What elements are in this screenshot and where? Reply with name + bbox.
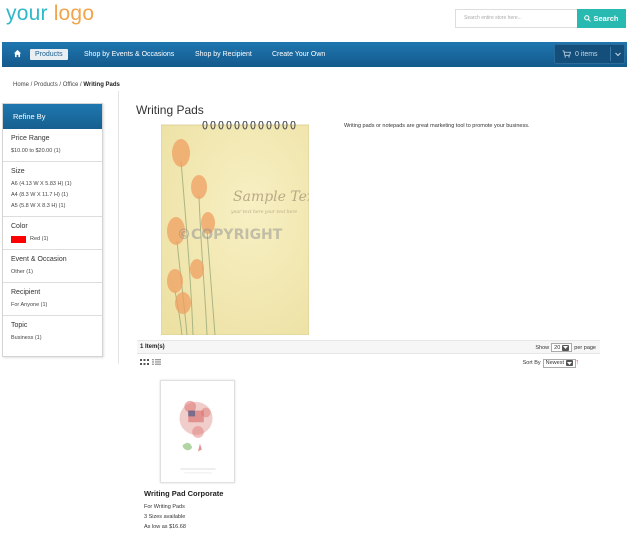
sort-control: Sort By Newest	[523, 358, 576, 368]
facet-option[interactable]: Other (1)	[11, 267, 102, 278]
breadcrumb-office[interactable]: Office	[63, 82, 79, 88]
nav-shop-by-events[interactable]: Shop by Events & Occasions	[84, 49, 174, 60]
image-sub-text: your text here your text here	[230, 209, 297, 215]
breadcrumb-products[interactable]: Products	[34, 82, 58, 88]
facet-color: Color Red (1)	[3, 217, 102, 250]
facet-option[interactable]: A6 (4.13 W X 5.83 H) (1)	[11, 179, 102, 190]
dropdown-arrow-icon	[562, 344, 570, 351]
breadcrumb-current: Writing Pads	[83, 82, 120, 88]
product-thumbnail[interactable]	[160, 380, 235, 483]
facet-option-red[interactable]: Red (1)	[11, 234, 102, 245]
main-navigation: Products Shop by Events & Occasions Shop…	[2, 42, 627, 67]
logo-part-logo: logo	[47, 2, 95, 25]
image-sample-text: Sample Text	[233, 189, 309, 205]
product-name-link[interactable]: Writing Pad Corporate	[144, 489, 223, 498]
nav-shop-by-recipient[interactable]: Shop by Recipient	[195, 49, 252, 60]
list-view-icon[interactable]	[152, 359, 161, 365]
product-price: As low as $16.68	[144, 524, 186, 530]
facet-option[interactable]: $10.00 to $20.00 (1)	[11, 146, 102, 157]
search-input[interactable]: Search entire store here...	[455, 9, 577, 28]
dropdown-arrow-icon	[566, 360, 573, 366]
show-label: Show	[535, 344, 550, 351]
facet-title: Price Range	[11, 135, 50, 142]
category-description: Writing pads or notepads are great marke…	[344, 123, 530, 129]
image-watermark: ©COPYRIGHT	[177, 227, 283, 243]
site-logo[interactable]: your logo	[6, 2, 94, 26]
item-count: 1 Item(s)	[140, 344, 165, 350]
product-sizes: 3 Sizes available	[144, 514, 186, 520]
facet-price-range: Price Range $10.00 to $20.00 (1)	[3, 129, 102, 162]
facet-size: Size A6 (4.13 W X 5.83 H) (1) A4 (8.3 W …	[3, 162, 102, 217]
home-icon[interactable]	[13, 49, 22, 58]
facet-option[interactable]: For Anyone (1)	[11, 300, 102, 311]
search-form: Search entire store here... Search	[455, 9, 626, 28]
page-title: Writing Pads	[136, 103, 204, 117]
facet-option[interactable]: A5 (5.8 W X 8.3 H) (1)	[11, 201, 102, 212]
cart-count: 0 items	[575, 50, 598, 58]
cart-divider	[610, 47, 611, 61]
search-icon	[584, 15, 592, 22]
sort-value: Newest	[545, 360, 564, 366]
facet-event-occasion: Event & Occasion Other (1)	[3, 250, 102, 283]
sort-select[interactable]: Newest	[542, 358, 576, 368]
sort-label: Sort By	[522, 360, 541, 366]
facet-title: Topic	[11, 322, 28, 329]
view-sort-toolbar: Sort By Newest ↑	[137, 356, 600, 370]
facet-option[interactable]: A4 (8.3 W X 11.7 H) (1)	[11, 190, 102, 201]
facet-title: Event & Occasion	[11, 256, 67, 263]
product-category: For Writing Pads	[144, 504, 185, 510]
per-page-value: 20	[554, 344, 561, 351]
breadcrumb: Home / Products / Office / Writing Pads	[13, 82, 120, 88]
search-button[interactable]: Search	[577, 9, 626, 28]
logo-part-your: your	[6, 2, 48, 25]
per-page-label: per page	[574, 344, 596, 351]
grid-view-icon[interactable]	[140, 359, 149, 365]
search-button-label: Search	[593, 14, 619, 23]
results-toolbar: 1 Item(s) Show 20 per page	[137, 340, 600, 354]
chevron-down-icon[interactable]	[614, 50, 622, 58]
facet-recipient: Recipient For Anyone (1)	[3, 283, 102, 316]
refine-sidebar: Refine By Price Range $10.00 to $20.00 (…	[2, 103, 103, 357]
nav-create-your-own[interactable]: Create Your Own	[272, 49, 325, 60]
sort-direction-arrow-icon[interactable]: ↑	[576, 359, 580, 366]
cart-button[interactable]: 0 items	[554, 44, 625, 64]
category-image: Sample Text your text here your text her…	[161, 121, 309, 335]
per-page-control: Show 20 per page	[535, 342, 596, 353]
facet-option[interactable]: Business (1)	[11, 333, 102, 344]
per-page-select[interactable]: 20	[551, 343, 573, 352]
facet-title: Color	[11, 223, 28, 230]
facet-option-label: Red (1)	[30, 236, 49, 242]
column-divider	[118, 91, 119, 364]
color-swatch-red	[11, 236, 26, 243]
cart-icon	[562, 50, 571, 58]
nav-products[interactable]: Products	[30, 49, 68, 60]
facet-title: Size	[11, 168, 25, 175]
refine-by-heading: Refine By	[3, 104, 102, 129]
facet-topic: Topic Business (1)	[3, 316, 102, 348]
facet-title: Recipient	[11, 289, 41, 296]
breadcrumb-home[interactable]: Home	[13, 82, 29, 88]
